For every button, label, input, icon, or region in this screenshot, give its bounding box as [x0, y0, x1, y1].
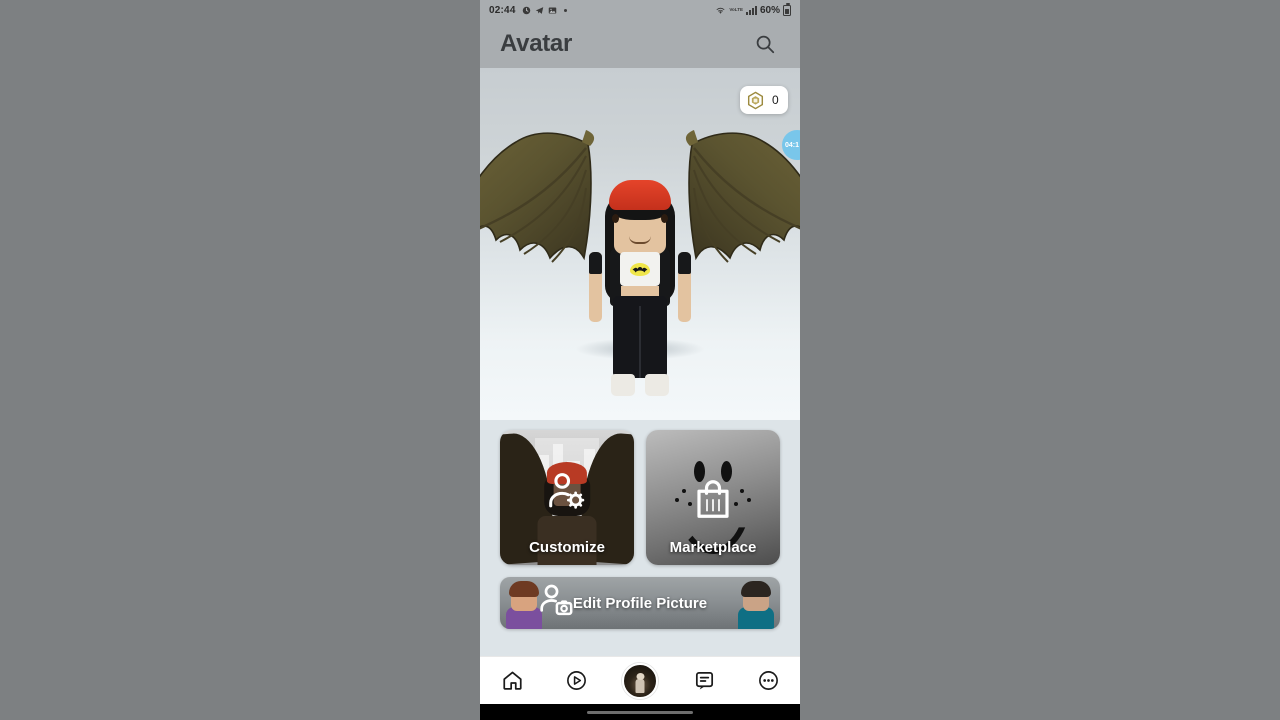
bottom-navigation — [480, 656, 800, 704]
edit-profile-picture-button[interactable]: Edit Profile Picture — [500, 577, 780, 629]
avatar-character — [480, 120, 800, 420]
avatar-thumbnail — [622, 662, 658, 699]
nav-item-home[interactable] — [490, 659, 534, 703]
marketplace-icon-wrap — [693, 478, 733, 525]
dot-indicator-icon — [563, 8, 567, 12]
avatar-eye-right — [661, 214, 668, 223]
search-button[interactable] — [750, 29, 780, 59]
avatar-arm-left — [589, 252, 602, 322]
bat-wing-right-icon — [685, 130, 800, 263]
marketplace-card[interactable]: Marketplace — [646, 430, 780, 565]
wifi-icon — [716, 7, 725, 14]
avatar-eye-left — [612, 214, 619, 223]
gallery-icon — [548, 7, 556, 13]
telegram-icon — [535, 6, 543, 14]
profile-avatar-preview-right — [732, 577, 780, 629]
avatar-arm-right — [678, 252, 691, 322]
avatar-preview-stage[interactable]: 0 04:1 — [480, 68, 800, 420]
robux-amount: 0 — [772, 93, 779, 107]
volte-label: VoLTE — [729, 6, 743, 12]
person-gear-icon — [549, 472, 585, 509]
robux-balance-button[interactable]: 0 — [740, 86, 788, 114]
nav-item-chat[interactable] — [682, 659, 726, 703]
nav-item-avatar[interactable] — [618, 659, 662, 703]
status-bar-time: 02:44 — [489, 4, 516, 16]
batman-logo-icon — [630, 263, 650, 276]
battery-icon — [783, 2, 791, 16]
shopping-bag-icon — [697, 479, 729, 518]
bat-wing-left-icon — [480, 130, 595, 263]
profile-avatar-right-hair — [741, 581, 771, 597]
home-icon — [502, 671, 522, 690]
bat-glyph — [632, 266, 648, 272]
phone-viewport: 02:44 VoLTE 60% Avatar 0 04:1 Customize … — [480, 0, 800, 720]
marketplace-card-label: Marketplace — [669, 539, 757, 556]
robux-icon — [747, 91, 764, 109]
status-bar-system-icons: VoLTE 60% — [715, 2, 791, 16]
avatar-midriff — [621, 286, 659, 296]
system-gesture-area — [480, 704, 800, 720]
person-camera-icon — [540, 584, 573, 616]
clock-icon — [522, 6, 530, 14]
action-cards: Customize Marketplace — [480, 420, 800, 565]
page-title: Avatar — [500, 30, 573, 57]
customize-card[interactable]: Customize — [500, 430, 634, 565]
status-bar: 02:44 VoLTE 60% — [480, 0, 800, 20]
edit-profile-picture-label: Edit Profile Picture — [572, 594, 708, 612]
play-circle-icon — [566, 671, 586, 690]
avatar-shoe-right — [645, 374, 669, 396]
customize-card-label: Customize — [529, 539, 605, 556]
edit-profile-icon-wrap — [538, 584, 574, 623]
nav-item-more[interactable] — [746, 659, 790, 703]
search-icon — [756, 35, 775, 54]
ellipsis-circle-icon — [758, 671, 778, 690]
gesture-bar[interactable] — [587, 710, 693, 714]
avatar-legs — [613, 296, 667, 378]
signal-icon — [745, 5, 757, 15]
avatar-shoe-left — [611, 374, 635, 396]
screen-letterbox: 02:44 VoLTE 60% Avatar 0 04:1 Customize … — [0, 0, 1280, 720]
app-header: Avatar — [480, 20, 800, 68]
battery-percent-label: 60% — [759, 4, 780, 16]
avatar-beanie — [609, 180, 671, 210]
customize-icon-wrap — [544, 469, 590, 520]
status-bar-notification-icons — [522, 6, 567, 15]
marketplace-freckle — [687, 501, 692, 506]
marketplace-freckle — [746, 497, 751, 502]
chat-icon — [695, 671, 713, 690]
nav-item-discover[interactable] — [554, 659, 598, 703]
profile-avatar-left-hair — [509, 581, 539, 597]
